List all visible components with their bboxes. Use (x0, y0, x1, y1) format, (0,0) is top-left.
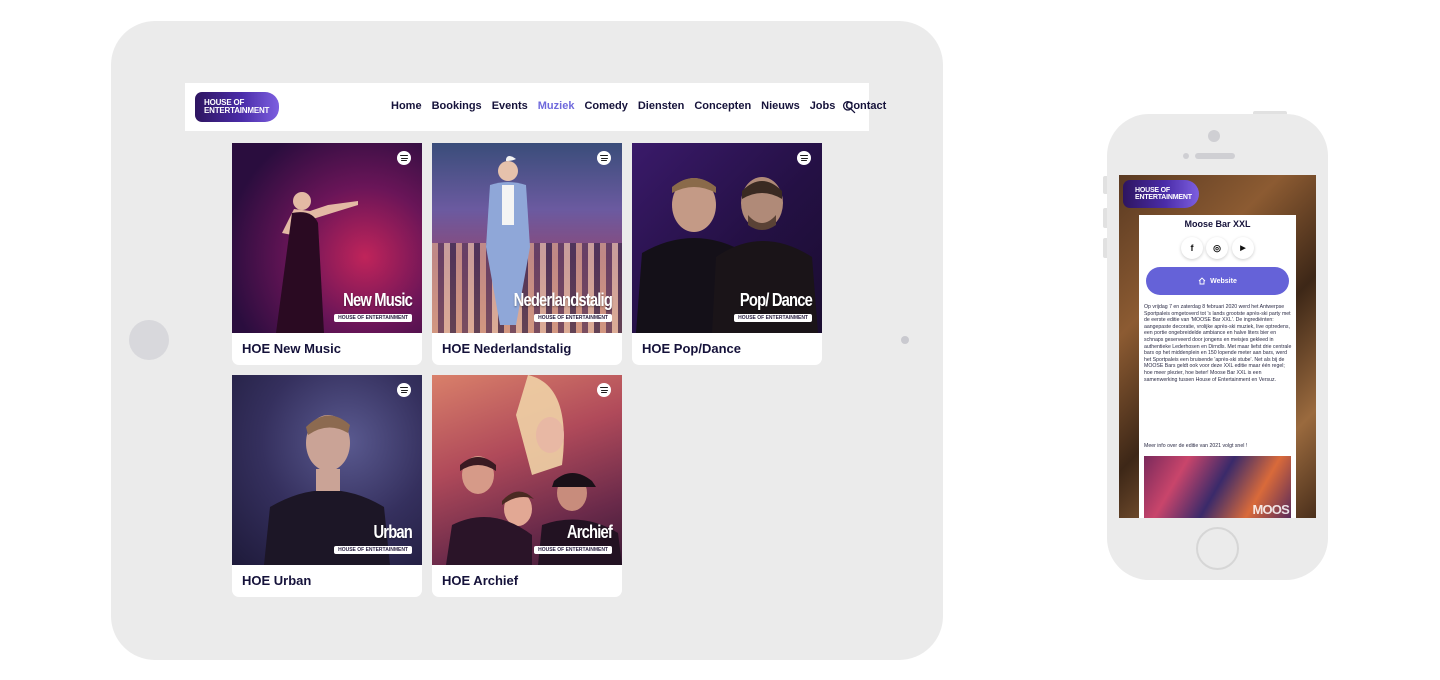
playlist-cover: New Music HOUSE OF ENTERTAINMENT (232, 143, 422, 333)
spotify-icon[interactable] (597, 151, 611, 165)
playlist-cover: Nederlandstalig HOUSE OF ENTERTAINMENT (432, 143, 622, 333)
playlist-card-nederlandstalig[interactable]: Nederlandstalig HOUSE OF ENTERTAINMENT H… (432, 143, 622, 365)
playlist-cover: Urban HOUSE OF ENTERTAINMENT (232, 375, 422, 565)
nav-item-comedy[interactable]: Comedy (584, 100, 627, 112)
event-title: Moose Bar XXL (1184, 219, 1251, 229)
spotify-icon[interactable] (397, 383, 411, 397)
site-header: HOUSE OF ENTERTAINMENT Home Bookings Eve… (185, 83, 886, 131)
home-icon (1198, 277, 1206, 285)
playlist-title[interactable]: HOE Urban (242, 573, 311, 588)
phone-speaker (1195, 153, 1235, 159)
phone-sensor (1183, 153, 1189, 159)
spotify-icon[interactable] (797, 151, 811, 165)
phone-screen: HOUSE OF ENTERTAINMENT Moose Bar XXL f ◎… (1119, 175, 1316, 518)
event-detail-panel: Moose Bar XXL f ◎ ▶ Website Op vrijdag 7… (1139, 215, 1296, 518)
event-photo-label: MOOS (1252, 502, 1289, 517)
cover-genre-label: Archief (566, 522, 613, 542)
website-button[interactable]: Website (1146, 267, 1289, 295)
nav-item-home[interactable]: Home (391, 100, 422, 112)
playlist-card-new-music[interactable]: New Music HOUSE OF ENTERTAINMENT HOE New… (232, 143, 422, 365)
cover-genre-label: Urban (373, 522, 412, 542)
playlist-title[interactable]: HOE Nederlandstalig (442, 341, 571, 356)
search-icon[interactable] (842, 100, 856, 114)
site-logo[interactable]: HOUSE OF ENTERTAINMENT (195, 92, 279, 122)
playlist-card-archief[interactable]: Archief HOUSE OF ENTERTAINMENT HOE Archi… (432, 375, 622, 597)
nav-item-nieuws[interactable]: Nieuws (761, 100, 800, 112)
cover-brand-tag: HOUSE OF ENTERTAINMENT (334, 314, 412, 322)
cover-genre-label: New Music (343, 290, 413, 310)
event-more-info: Meer info over de editie van 2021 volgt … (1144, 443, 1248, 449)
nav-item-events[interactable]: Events (492, 100, 528, 112)
cover-brand-tag: HOUSE OF ENTERTAINMENT (534, 314, 612, 322)
nav-item-diensten[interactable]: Diensten (638, 100, 684, 112)
nav-item-jobs[interactable]: Jobs (810, 100, 836, 112)
youtube-icon[interactable]: ▶ (1232, 237, 1254, 259)
logo-line-2: ENTERTAINMENT (1135, 194, 1192, 201)
website-button-label: Website (1210, 277, 1237, 285)
logo-line-2: ENTERTAINMENT (204, 106, 270, 115)
event-description: Op vrijdag 7 en zaterdag 8 februari 2020… (1144, 304, 1292, 383)
tablet-camera (129, 320, 169, 360)
main-nav: Home Bookings Events Muziek Comedy Diens… (391, 100, 886, 112)
logo-line-1: HOUSE OF (1135, 187, 1170, 194)
cover-brand-tag: HOUSE OF ENTERTAINMENT (534, 546, 612, 554)
playlist-title[interactable]: HOE Archief (442, 573, 518, 588)
playlist-card-pop-dance[interactable]: Pop/ Dance HOUSE OF ENTERTAINMENT HOE Po… (632, 143, 822, 365)
playlist-title[interactable]: HOE New Music (242, 341, 341, 356)
cover-brand-tag: HOUSE OF ENTERTAINMENT (334, 546, 412, 554)
instagram-icon[interactable]: ◎ (1206, 237, 1228, 259)
cover-brand-tag: HOUSE OF ENTERTAINMENT (734, 314, 812, 322)
event-photo: MOOS (1144, 456, 1291, 518)
playlist-card-urban[interactable]: Urban HOUSE OF ENTERTAINMENT HOE Urban (232, 375, 422, 597)
site-logo[interactable]: HOUSE OF ENTERTAINMENT (1123, 180, 1199, 208)
spotify-icon[interactable] (597, 383, 611, 397)
playlist-title[interactable]: HOE Pop/Dance (642, 341, 741, 356)
spotify-icon[interactable] (397, 151, 411, 165)
facebook-icon[interactable]: f (1181, 237, 1203, 259)
nav-item-bookings[interactable]: Bookings (432, 100, 482, 112)
phone-home-button (1196, 527, 1239, 570)
cover-genre-label: Nederlandstalig (513, 290, 613, 310)
nav-item-concepten[interactable]: Concepten (694, 100, 751, 112)
cover-genre-label: Pop/ Dance (739, 290, 813, 310)
tablet-sensor (901, 336, 909, 344)
phone-camera (1208, 130, 1220, 142)
mockup-stage: HOUSE OF ENTERTAINMENT Home Bookings Eve… (0, 0, 1440, 680)
nav-item-muziek[interactable]: Muziek (538, 100, 575, 112)
playlist-cover: Pop/ Dance HOUSE OF ENTERTAINMENT (632, 143, 822, 333)
playlist-cover: Archief HOUSE OF ENTERTAINMENT (432, 375, 622, 565)
